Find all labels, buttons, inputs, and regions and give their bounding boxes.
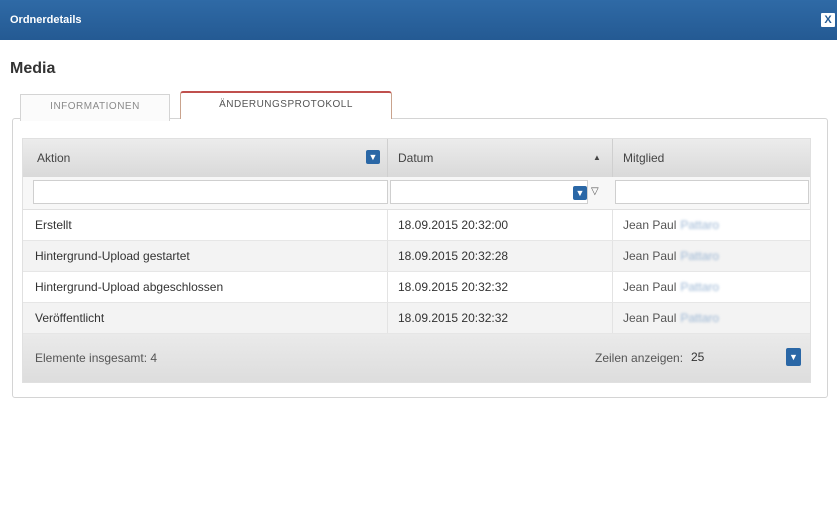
- sort-ascending-icon[interactable]: ▲: [593, 139, 601, 177]
- column-header-datum[interactable]: Datum: [398, 139, 433, 177]
- member-first-name: Jean Paul: [623, 218, 677, 232]
- cell-mitglied: Jean Paul Pattaro: [623, 210, 719, 240]
- member-first-name: Jean Paul: [623, 249, 677, 263]
- cell-aktion: Hintergrund-Upload abgeschlossen: [35, 280, 224, 294]
- cell-mitglied: Jean Paul Pattaro: [623, 241, 719, 271]
- column-divider: [612, 139, 613, 177]
- tab-informationen[interactable]: INFORMATIONEN: [20, 94, 170, 121]
- cell-divider: [387, 303, 388, 333]
- tab-aenderungsprotokoll[interactable]: ÄNDERUNGSPROTOKOLL: [180, 91, 392, 119]
- member-last-name-blurred: Pattaro: [680, 249, 720, 263]
- table-row[interactable]: Veröffentlicht 18.09.2015 20:32:32 Jean …: [23, 303, 810, 334]
- cell-divider: [387, 210, 388, 240]
- total-items-label: Elemente insgesamt: 4: [35, 351, 158, 365]
- close-icon[interactable]: X: [821, 13, 835, 27]
- rows-per-page-select[interactable]: 25 ▼: [691, 346, 801, 370]
- cell-divider: [612, 210, 613, 240]
- folder-name-heading: Media: [10, 60, 56, 77]
- cell-divider: [612, 272, 613, 302]
- member-last-name-blurred: Pattaro: [680, 280, 720, 294]
- table-row[interactable]: Hintergrund-Upload gestartet 18.09.2015 …: [23, 241, 810, 272]
- cell-aktion: Erstellt: [35, 218, 72, 232]
- change-log-grid: Aktion ▼ Datum ▲ Mitglied ▼ ▽ Erstellt 1…: [22, 138, 811, 383]
- table-row[interactable]: Erstellt 18.09.2015 20:32:00 Jean Paul Pa…: [23, 210, 810, 241]
- cell-mitglied: Jean Paul Pattaro: [623, 303, 719, 333]
- column-divider: [387, 139, 388, 177]
- filter-mitglied-input[interactable]: [615, 180, 809, 204]
- member-last-name-blurred: Pattaro: [680, 218, 720, 232]
- member-last-name-blurred: Pattaro: [680, 311, 720, 325]
- cell-aktion: Veröffentlicht: [35, 311, 105, 325]
- funnel-icon[interactable]: ▽: [591, 186, 599, 197]
- cell-divider: [612, 303, 613, 333]
- dialog-title: Ordnerdetails: [10, 14, 82, 26]
- cell-datum: 18.09.2015 20:32:00: [398, 218, 509, 232]
- member-first-name: Jean Paul: [623, 311, 677, 325]
- dialog-titlebar: Ordnerdetails X: [0, 0, 837, 40]
- cell-aktion: Hintergrund-Upload gestartet: [35, 249, 190, 263]
- cell-mitglied: Jean Paul Pattaro: [623, 272, 719, 302]
- cell-divider: [387, 272, 388, 302]
- member-first-name: Jean Paul: [623, 280, 677, 294]
- column-header-aktion[interactable]: Aktion: [37, 139, 70, 177]
- filter-datum-input[interactable]: [390, 180, 588, 204]
- table-row[interactable]: Hintergrund-Upload abgeschlossen 18.09.2…: [23, 272, 810, 303]
- date-filter-chevron-down-icon[interactable]: ▼: [573, 186, 587, 200]
- filter-row: ▼ ▽: [23, 177, 810, 210]
- grid-footer: Elemente insgesamt: 4 Zeilen anzeigen: 2…: [23, 334, 810, 382]
- grid-header: Aktion ▼ Datum ▲ Mitglied: [23, 139, 810, 178]
- rows-per-page-label: Zeilen anzeigen:: [595, 351, 684, 365]
- rows-per-page-chevron-down-icon[interactable]: ▼: [786, 348, 801, 366]
- cell-datum: 18.09.2015 20:32:32: [398, 280, 509, 294]
- cell-datum: 18.09.2015 20:32:28: [398, 249, 509, 263]
- rows-per-page-value: 25: [691, 350, 705, 364]
- cell-divider: [387, 241, 388, 271]
- column-menu-chevron-down-icon[interactable]: ▼: [366, 150, 380, 164]
- cell-divider: [612, 241, 613, 271]
- cell-datum: 18.09.2015 20:32:32: [398, 311, 509, 325]
- filter-aktion-input[interactable]: [33, 180, 388, 204]
- column-header-mitglied[interactable]: Mitglied: [623, 139, 664, 177]
